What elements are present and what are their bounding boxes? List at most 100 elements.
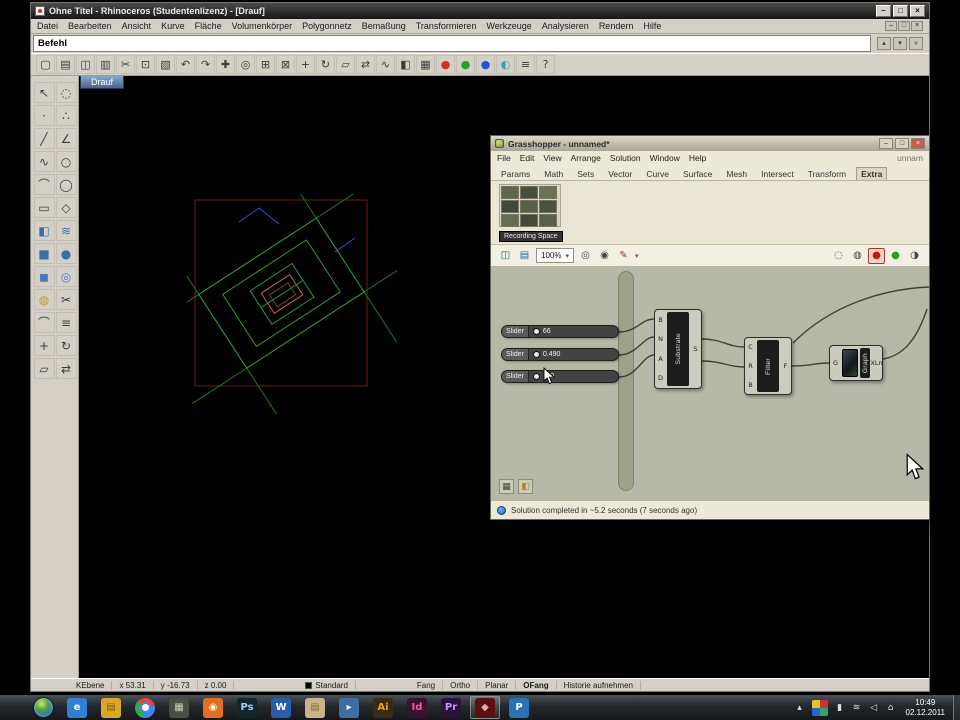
paste-icon[interactable]: ▧ — [156, 55, 175, 74]
surface-tool-icon[interactable]: ◧ — [396, 55, 415, 74]
zoom-dynamic-icon[interactable]: ◎ — [236, 55, 255, 74]
gh-maximize-button[interactable]: □ — [895, 138, 909, 149]
copy-icon[interactable]: ⊡ — [136, 55, 155, 74]
extra-component-icon[interactable] — [520, 200, 538, 213]
torus-icon[interactable]: ◎ — [55, 266, 77, 287]
show-desktop-button[interactable] — [953, 695, 960, 720]
menu-item[interactable]: Bearbeiten — [68, 21, 112, 31]
status-toggle[interactable]: OFang — [516, 680, 557, 690]
media-app-icon[interactable]: ▦ — [164, 696, 194, 719]
redo-icon[interactable]: ↷ — [196, 55, 215, 74]
gh-tab[interactable]: Sets — [573, 168, 598, 180]
box-icon[interactable]: ■ — [33, 243, 55, 264]
polyline-icon[interactable]: ∠ — [55, 128, 77, 149]
pan-icon[interactable]: ✚ — [216, 55, 235, 74]
status-toggle[interactable]: Ortho — [443, 680, 479, 690]
gh-tab[interactable]: Vector — [604, 168, 636, 180]
input-port[interactable]: R — [748, 362, 753, 370]
battery-icon[interactable]: ▮ — [835, 703, 845, 713]
help-icon[interactable]: ? — [536, 55, 555, 74]
save-icon[interactable]: ◫ — [76, 55, 95, 74]
menu-item[interactable]: Analysieren — [542, 21, 589, 31]
extra-component-icon[interactable] — [501, 200, 519, 213]
rectangle-icon[interactable]: ▭ — [33, 197, 55, 218]
menu-item[interactable]: Volumenkörper — [232, 21, 293, 31]
gh-tab[interactable]: Extra — [856, 167, 888, 180]
zoom-select[interactable]: 100% ▾ — [536, 248, 574, 263]
preview-mesh-icon[interactable]: ◍ — [849, 248, 866, 264]
arc-icon[interactable]: ⌒ — [33, 174, 55, 195]
input-port[interactable]: G — [833, 359, 838, 367]
gh-number-slider-2[interactable]: Slider 0.490 — [501, 348, 619, 361]
menu-item[interactable]: Ansicht — [122, 21, 152, 31]
gh-menu-item[interactable]: Edit — [520, 153, 535, 163]
polygon-icon[interactable]: ◇ — [55, 197, 77, 218]
input-port[interactable]: B — [658, 316, 662, 324]
extra-component-icon[interactable] — [539, 214, 557, 227]
cplane-button[interactable]: KEbene — [69, 680, 113, 690]
expand-icon[interactable]: » — [909, 37, 923, 50]
mdi-restore-button[interactable]: □ — [898, 21, 910, 31]
mirror-icon[interactable]: ⇄ — [356, 55, 375, 74]
zoom-window-icon[interactable]: ⊞ — [256, 55, 275, 74]
preview-on-icon[interactable]: ● — [887, 248, 904, 264]
gh-number-slider-1[interactable]: Slider 66 — [501, 325, 619, 338]
boolean-union-icon[interactable]: ◍ — [33, 289, 55, 310]
chrome-icon[interactable] — [130, 696, 160, 719]
menu-item[interactable]: Hilfe — [643, 21, 661, 31]
gh-menu-item[interactable]: Solution — [610, 153, 641, 163]
input-port[interactable]: N — [658, 335, 663, 343]
gh-close-button[interactable]: × — [911, 138, 925, 149]
render-green-icon[interactable]: ● — [456, 55, 475, 74]
gh-canvas[interactable]: Slider 66 Slider 0.490 Slider 110 — [491, 267, 929, 500]
status-toggle[interactable]: Planar — [478, 680, 517, 690]
selection-brush-icon[interactable]: ◌ — [55, 82, 77, 103]
network-icon[interactable]: ≋ — [852, 703, 862, 713]
extra-component-icon[interactable] — [520, 186, 538, 199]
mesh-tool-icon[interactable]: ▦ — [416, 55, 435, 74]
menu-item[interactable]: Fläche — [195, 21, 222, 31]
input-port[interactable]: C — [748, 343, 753, 351]
fillet-icon[interactable]: ⌒ — [33, 312, 55, 333]
premiere-icon[interactable]: Pr — [436, 696, 466, 719]
gh-tab[interactable]: Params — [497, 168, 534, 180]
record-data-icon[interactable]: ● — [868, 247, 885, 264]
slider-track[interactable]: 66 — [529, 328, 618, 335]
gh-component-graph[interactable]: G Graph XLn — [829, 345, 883, 381]
zoom-focus-icon[interactable]: ◎ — [577, 248, 594, 264]
move-icon[interactable]: + — [33, 335, 55, 356]
start-button[interactable] — [28, 696, 58, 719]
gh-menu-item[interactable]: Help — [689, 153, 706, 163]
photoshop-icon[interactable]: Ps — [232, 696, 262, 719]
color-grid-icon[interactable] — [811, 699, 828, 716]
rotate-icon[interactable]: ↻ — [55, 335, 77, 356]
slider-track[interactable]: 0.490 — [529, 351, 618, 358]
viewport-tab[interactable]: Drauf — [80, 76, 125, 89]
gh-minimize-button[interactable]: – — [879, 138, 893, 149]
gh-tab[interactable]: Intersect — [757, 168, 798, 180]
sphere-icon[interactable]: ● — [55, 243, 77, 264]
point-icon[interactable]: · — [33, 105, 55, 126]
gh-menu-item[interactable]: Window — [650, 153, 680, 163]
output-port[interactable]: S — [693, 345, 697, 353]
gh-component-filter[interactable]: C R B Filter F — [744, 337, 792, 395]
extra-component-icon[interactable] — [501, 186, 519, 199]
select-arrow-icon[interactable]: ↖ — [33, 82, 55, 103]
paint-bucket-icon[interactable]: ◧ — [518, 479, 533, 494]
offset-icon[interactable]: ≡ — [55, 312, 77, 333]
rotate-icon[interactable]: ↻ — [316, 55, 335, 74]
move-icon[interactable]: + — [296, 55, 315, 74]
slider-knob[interactable] — [532, 373, 540, 380]
illustrator-icon[interactable]: Ai — [368, 696, 398, 719]
gh-menu-item[interactable]: Arrange — [571, 153, 601, 163]
undo-icon[interactable]: ↶ — [176, 55, 195, 74]
scroll-down-icon[interactable]: ▾ — [893, 37, 907, 50]
layer-indicator[interactable]: Standard — [298, 680, 356, 690]
extra-component-icon[interactable] — [501, 214, 519, 227]
hidden-icons-icon[interactable]: ▴ — [795, 703, 805, 713]
pdf-app-icon[interactable]: P — [504, 696, 534, 719]
open-definition-icon[interactable]: ▤ — [516, 248, 533, 264]
circle-icon[interactable]: ○ — [55, 151, 77, 172]
indesign-icon[interactable]: Id — [402, 696, 432, 719]
gh-tab[interactable]: Math — [540, 168, 567, 180]
